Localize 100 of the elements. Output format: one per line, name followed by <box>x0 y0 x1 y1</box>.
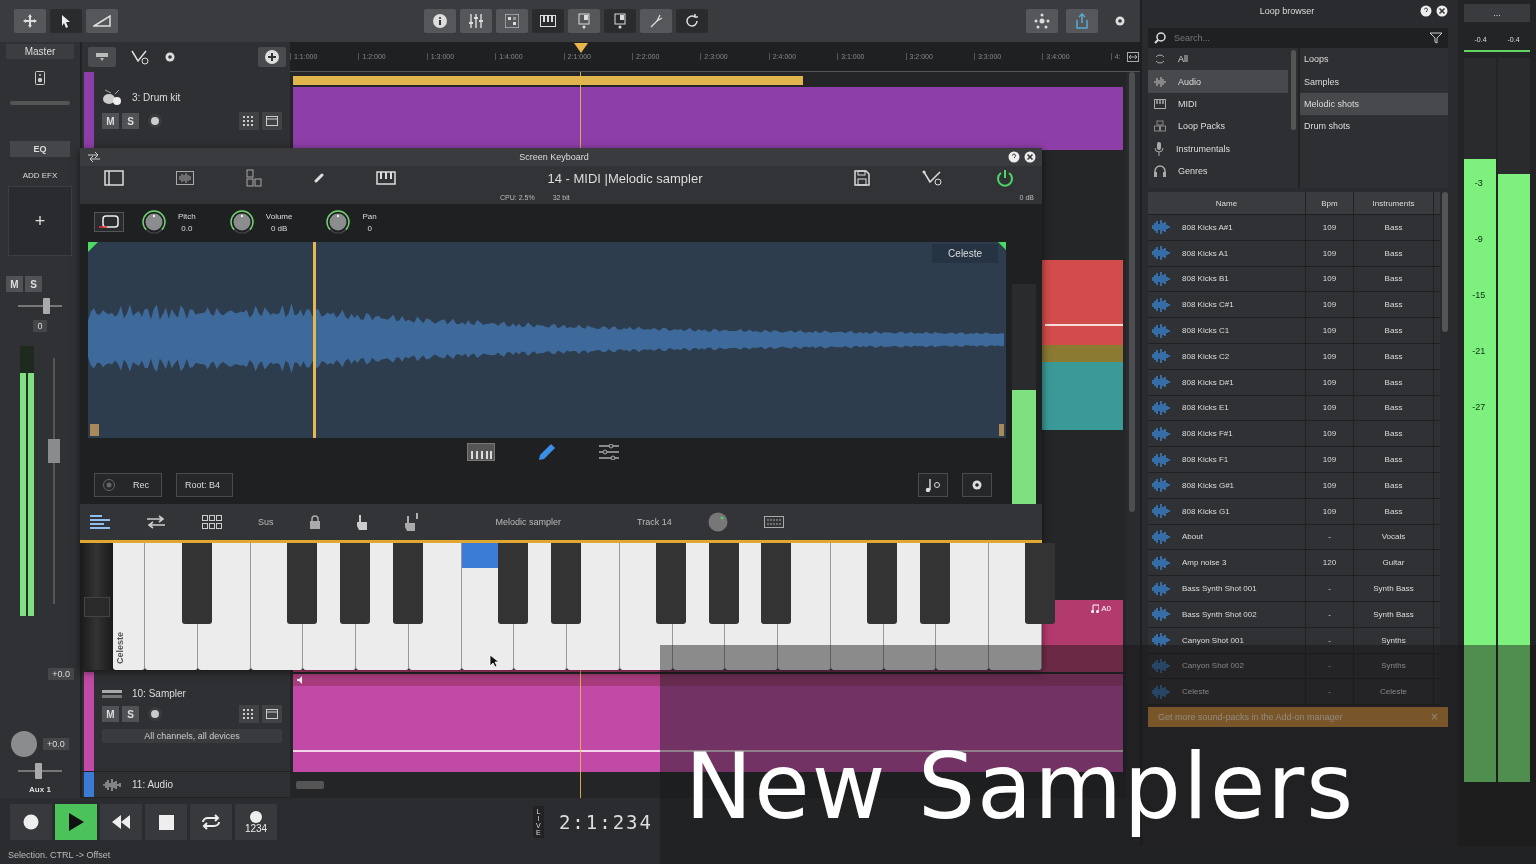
piano-button[interactable] <box>532 9 564 33</box>
menu-icon[interactable] <box>90 514 110 530</box>
end-marker-icon[interactable] <box>998 242 1006 250</box>
piano-icon[interactable] <box>467 443 495 461</box>
table-row[interactable]: 808 Kicks G1 109 Bass <box>1148 498 1440 525</box>
pencil-icon[interactable] <box>537 442 557 462</box>
mute-button[interactable]: M <box>102 706 119 722</box>
midi-clip[interactable] <box>293 87 1123 150</box>
sharp-key[interactable] <box>761 543 792 625</box>
sustain-toggle[interactable]: Sus <box>258 517 274 527</box>
layout-icon[interactable] <box>246 169 262 187</box>
settings-icon[interactable] <box>1114 15 1126 27</box>
info-button[interactable] <box>424 9 456 33</box>
subcategory-item[interactable]: Drum shots <box>1300 115 1448 138</box>
table-row[interactable]: Amp noise 3 120 Guitar <box>1148 550 1440 577</box>
grid-icon[interactable] <box>202 515 222 529</box>
sharp-key[interactable] <box>708 543 739 625</box>
pointer-tool-button[interactable] <box>50 9 82 33</box>
lock-icon[interactable] <box>309 515 320 529</box>
table-row[interactable]: About - Vocals <box>1148 524 1440 551</box>
grid-button[interactable] <box>496 9 528 33</box>
settings-button[interactable] <box>962 473 992 497</box>
table-row[interactable]: Canyon Shot 002 - Synths <box>1148 653 1440 680</box>
stop-button[interactable] <box>145 804 187 840</box>
loop-button[interactable] <box>676 9 708 33</box>
window-button[interactable] <box>262 705 282 723</box>
record-button[interactable] <box>10 804 52 840</box>
loop-end-handle[interactable] <box>999 424 1004 436</box>
table-row[interactable]: 808 Kicks A#1 109 Bass <box>1148 215 1440 241</box>
loop-mode-button[interactable] <box>94 212 124 232</box>
help-and-close-icons[interactable] <box>1420 5 1448 17</box>
mute-button[interactable]: M <box>6 276 23 292</box>
subcategory-item[interactable]: Loops <box>1300 48 1448 71</box>
sharp-key[interactable] <box>656 543 687 625</box>
table-row[interactable]: 808 Kicks F#1 109 Bass <box>1148 421 1440 448</box>
link-icon[interactable] <box>314 173 324 183</box>
loop-button[interactable] <box>190 804 232 840</box>
table-row[interactable]: 808 Kicks B1 109 Bass <box>1148 266 1440 293</box>
ramp-tool-button[interactable] <box>86 9 118 33</box>
panel-icon[interactable] <box>104 170 124 186</box>
sharp-key[interactable] <box>919 543 950 625</box>
sharp-key[interactable] <box>497 543 528 625</box>
scrollbar-thumb[interactable] <box>1129 72 1135 512</box>
solo-button[interactable]: S <box>25 276 42 292</box>
scrollbar-thumb[interactable] <box>1442 192 1448 332</box>
solo-button[interactable]: S <box>122 113 139 129</box>
window-button[interactable] <box>262 112 282 130</box>
routing-icon[interactable] <box>130 49 150 65</box>
meter-menu-button[interactable]: ... <box>1464 4 1530 22</box>
waveform-icon[interactable] <box>176 171 194 185</box>
hand-icon[interactable] <box>355 514 368 530</box>
subcategory-item[interactable]: Melodic shots <box>1300 92 1448 116</box>
eq-button[interactable]: EQ <box>10 141 70 157</box>
sharp-key[interactable] <box>339 543 370 625</box>
aux-knob[interactable] <box>11 731 38 757</box>
sliders-icon[interactable] <box>599 444 619 460</box>
mute-button[interactable]: M <box>102 113 119 129</box>
category-item[interactable]: All <box>1148 48 1288 71</box>
table-row[interactable]: Celeste - Celeste <box>1148 679 1440 706</box>
loop-start-handle[interactable] <box>90 424 99 436</box>
column-header[interactable]: Bpm <box>1306 192 1354 214</box>
help-and-close-icons[interactable] <box>1008 151 1036 163</box>
network-button[interactable] <box>1026 9 1058 33</box>
solo-button[interactable]: S <box>122 706 139 722</box>
column-header[interactable]: Instruments <box>1354 192 1434 214</box>
search-field[interactable]: Search... <box>1148 28 1448 48</box>
sharp-key[interactable] <box>181 543 212 625</box>
metronome-button[interactable]: 1234 <box>235 804 277 840</box>
wheel-handle[interactable] <box>83 596 110 617</box>
table-row[interactable]: 808 Kicks F1 109 Bass <box>1148 447 1440 473</box>
subcategory-item[interactable]: Samples <box>1300 70 1448 93</box>
column-header[interactable]: Name <box>1148 192 1306 214</box>
category-item[interactable]: MIDI <box>1148 92 1288 116</box>
table-row[interactable]: Bass Synth Shot 001 - Synth Bass <box>1148 576 1440 602</box>
note-settings-button[interactable] <box>918 473 948 497</box>
input-dropdown[interactable]: All channels, all devices <box>102 729 282 743</box>
slider-thumb[interactable] <box>35 763 43 779</box>
move-tool-button[interactable] <box>14 9 46 33</box>
category-item[interactable]: Audio <box>1148 70 1288 93</box>
sharp-key[interactable] <box>392 543 423 625</box>
grid-button[interactable] <box>239 705 259 723</box>
sharp-key[interactable] <box>866 543 897 625</box>
sample-waveform-view[interactable]: Celeste <box>88 242 1006 438</box>
play-button[interactable] <box>55 804 97 840</box>
record-arm-button[interactable] <box>148 114 162 128</box>
scrollbar-thumb[interactable] <box>296 781 324 789</box>
track-menu-button[interactable] <box>88 47 116 67</box>
table-row[interactable]: Bass Synth Shot 002 - Synth Bass <box>1148 601 1440 628</box>
knob[interactable] <box>229 210 254 234</box>
category-item[interactable]: Loop Packs <box>1148 115 1288 138</box>
table-row[interactable]: 808 Kicks A1 109 Bass <box>1148 240 1440 267</box>
table-row[interactable]: 808 Kicks C#1 109 Bass <box>1148 292 1440 319</box>
tuner-button[interactable] <box>640 9 672 33</box>
track-button[interactable] <box>604 9 636 33</box>
save-icon[interactable] <box>854 170 870 186</box>
table-row[interactable]: 808 Kicks D#1 109 Bass <box>1148 369 1440 396</box>
swap-icon[interactable] <box>146 515 166 529</box>
root-note-button[interactable]: Root: B4 <box>176 473 234 497</box>
track-button[interactable] <box>568 9 600 33</box>
scrollbar-thumb[interactable] <box>1291 50 1296 130</box>
